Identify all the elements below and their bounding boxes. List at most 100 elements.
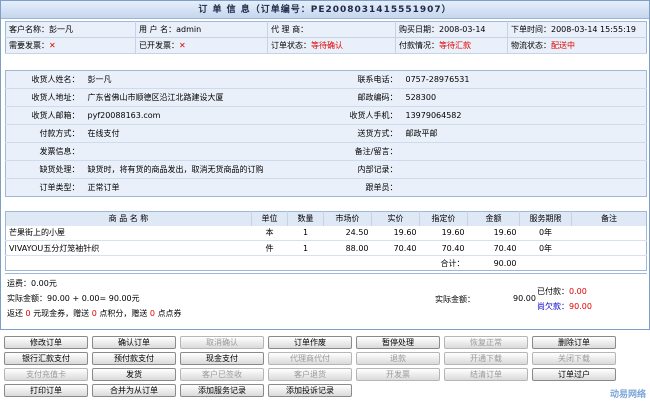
pause-processing-button[interactable]: 暂停处理 [356, 336, 440, 349]
follower-label: 跟单员： [365, 183, 398, 192]
col-header-service: 服务期限 [519, 211, 572, 226]
prepaid-pay-button[interactable]: 预付款支付 [92, 352, 176, 365]
item-set-price: 19.60 [419, 225, 468, 241]
agent-label: 代 理 商： [271, 25, 309, 34]
receiver-name-value: 彭一凡 [83, 70, 314, 89]
col-header-set: 指定价 [419, 211, 468, 226]
order-type-label: 订单类型： [39, 183, 80, 192]
mobile-label: 收货人手机： [313, 106, 402, 125]
restore-normal-button[interactable]: 恢复正常 [444, 336, 528, 349]
void-order-button[interactable]: 订单作废 [268, 336, 352, 349]
col-header-amount: 金额 [467, 211, 520, 226]
delete-order-button[interactable]: 删除订单 [532, 336, 616, 349]
remark-value [401, 142, 647, 161]
refund-button[interactable]: 退款 [356, 352, 440, 365]
address-value: 广东省佛山市顺德区沿江北路建设大厦 [83, 88, 314, 107]
purchase-date-value: 2008-03-14 [439, 25, 486, 34]
settle-order-button[interactable]: 结清订单 [444, 368, 528, 381]
rebate-points-unit: 点积分，赠送 [99, 309, 148, 318]
freight-value: 0.00元 [31, 279, 57, 288]
pay-method-label: 付款方式： [5, 124, 84, 143]
item-name: VIVAYOU五分灯笼袖针织 [5, 240, 252, 256]
phone-value: 0757-28976531 [401, 70, 647, 89]
follower-value [402, 179, 647, 197]
rebate-coupons-value: 0 [149, 309, 156, 318]
ship-button[interactable]: 发货 [92, 368, 176, 381]
item-name: 芒果街上的小屋 [5, 225, 252, 241]
col-header-real: 实价 [371, 211, 420, 226]
col-header-note: 备注 [571, 211, 647, 226]
address-label: 收货人地址： [5, 88, 84, 107]
items-header-row: 商 品 名 称 单位 数量 市场价 实价 指定价 金额 服务期限 备注 [5, 211, 647, 226]
owed-line: 尚欠款：90.00 [537, 301, 592, 312]
pay-status-value: 等待汇款 [439, 41, 471, 50]
print-order-button[interactable]: 打印订单 [4, 384, 88, 397]
pay-method-value: 在线支付 [83, 124, 314, 143]
freight-line: 运费：0.00元 [7, 278, 57, 289]
invoiced-cross-icon: ✕ [179, 41, 186, 50]
add-service-record-button[interactable]: 添加服务记录 [180, 384, 264, 397]
rebate-points-value: 0 [91, 309, 97, 318]
need-invoice-cross-icon: ✕ [49, 41, 56, 50]
rebate-cash-unit: 元现金券，赠送 [33, 309, 90, 318]
table-row: 芒果街上的小屋 本 1 24.50 19.60 19.60 19.60 0年 [5, 225, 647, 241]
transfer-order-button[interactable]: 订单过户 [532, 368, 616, 381]
totals-section: 运费：0.00元 实际金额：90.00 + 0.00= 90.00元 返还 0 … [5, 273, 647, 331]
shortage-label: 缺货处理： [5, 160, 84, 179]
cancel-confirm-button[interactable]: 取消确认 [180, 336, 264, 349]
customer-label: 客户名称： [9, 25, 49, 34]
order-time-label: 下单时间： [511, 25, 551, 34]
paid-label: 已付款： [537, 287, 569, 296]
merge-sub-order-button[interactable]: 合并为从订单 [92, 384, 176, 397]
internal-label: 内部记录： [313, 160, 402, 179]
username-label: 用 户 名： [139, 25, 177, 34]
item-market-price: 24.50 [323, 225, 372, 241]
watermark-logo: 动易网络 [609, 390, 646, 400]
cash-pay-button[interactable]: 现金支付 [180, 352, 264, 365]
internal-value [401, 160, 647, 179]
email-label: 收货人邮箱： [5, 106, 84, 125]
need-invoice-label: 需要发票： [9, 41, 49, 50]
owed-value: 90.00 [569, 302, 592, 311]
modify-order-button[interactable]: 修改订单 [4, 336, 88, 349]
bank-transfer-pay-button[interactable]: 银行汇款支付 [4, 352, 88, 365]
logistics-label: 物流状态： [511, 41, 551, 50]
owed-label: 尚欠款： [537, 302, 569, 311]
col-header-name: 商 品 名 称 [5, 211, 252, 226]
order-summary: 客户名称：彭一凡 用 户 名：admin 代 理 商： 购买日期：2008-03… [5, 21, 647, 54]
ship-method-value: 邮政平邮 [401, 124, 647, 143]
receiver-name-label: 收货人姓名： [5, 70, 84, 89]
col-header-market: 市场价 [323, 211, 372, 226]
item-qty: 1 [287, 240, 324, 256]
disable-download-button[interactable]: 关闭下载 [532, 352, 616, 365]
order-time-value: 2008-03-14 15:55:19 [551, 25, 636, 34]
order-status-label: 订单状态： [271, 41, 311, 50]
zip-value: 528300 [401, 88, 647, 107]
confirm-order-button[interactable]: 确认订单 [92, 336, 176, 349]
username-value: admin [176, 25, 202, 34]
logistics-value: 配送中 [551, 41, 575, 50]
rebate-coupons-unit: 点点券 [157, 309, 182, 318]
col-header-qty: 数量 [287, 211, 324, 226]
item-market-price: 88.00 [323, 240, 372, 256]
item-service: 0年 [519, 240, 572, 256]
enable-download-button[interactable]: 开通下载 [444, 352, 528, 365]
purchase-date-label: 购买日期： [399, 25, 439, 34]
invoice-info-value [83, 142, 314, 161]
order-status-value: 等待确认 [311, 41, 343, 50]
customer-signed-button[interactable]: 客户已签收 [180, 368, 264, 381]
item-unit: 本 [251, 225, 288, 241]
mobile-value: 13979064582 [401, 106, 647, 125]
zip-label: 邮政编码： [313, 88, 402, 107]
add-complaint-record-button[interactable]: 添加投诉记录 [268, 384, 352, 397]
invoiced-label: 已开发票： [139, 41, 179, 50]
prepaid-card-pay-button[interactable]: 支付充值卡 [4, 368, 88, 381]
paid-value: 0.00 [569, 287, 587, 296]
receiver-info: 收货人姓名： 彭一凡 联系电话： 0757-28976531 收货人地址： 广东… [5, 70, 647, 197]
issue-invoice-button[interactable]: 开发票 [356, 368, 440, 381]
email-value: pyf20088163.com [83, 106, 314, 125]
customer-return-button[interactable]: 客户退货 [268, 368, 352, 381]
col-header-unit: 单位 [251, 211, 288, 226]
phone-label: 联系电话： [313, 70, 402, 89]
agent-pay-button[interactable]: 代理商代付 [268, 352, 352, 365]
